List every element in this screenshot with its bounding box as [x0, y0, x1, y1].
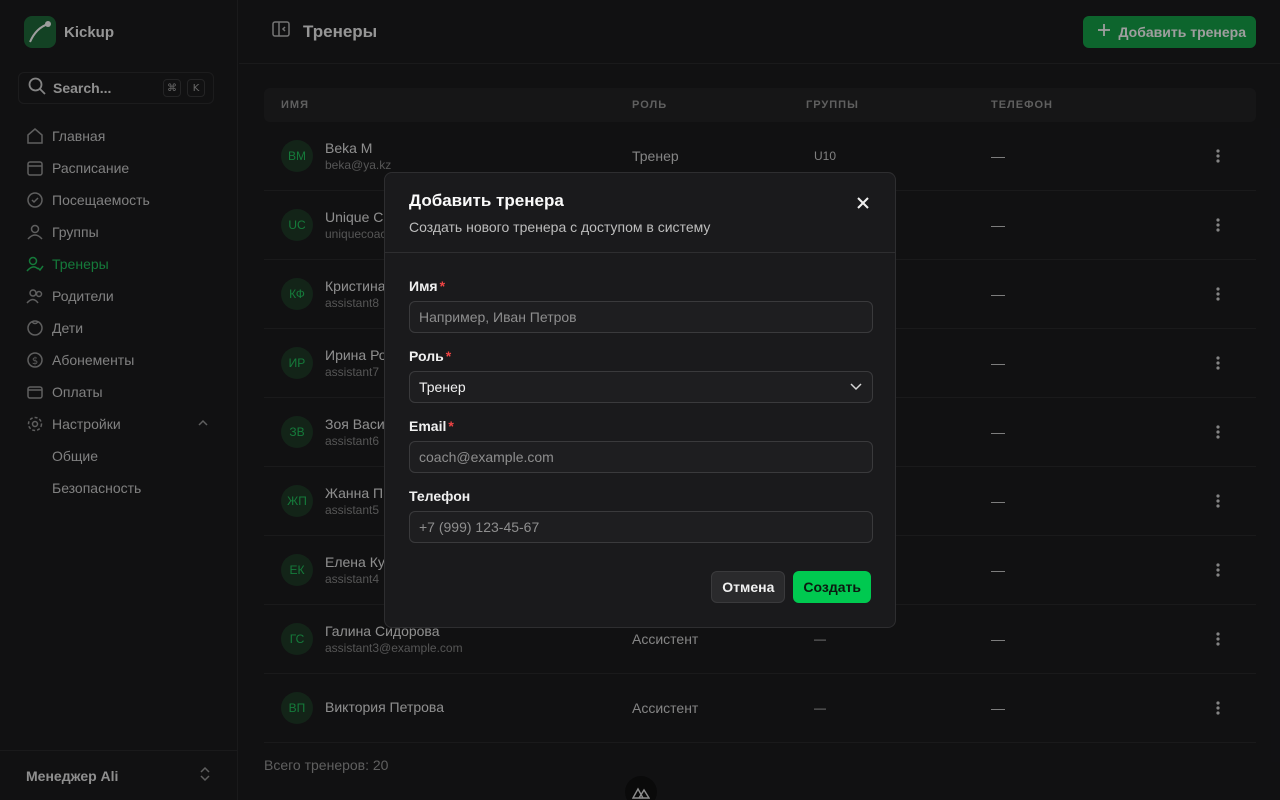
required-mark: *: [445, 348, 452, 364]
name-label-text: Имя: [409, 278, 438, 294]
role-label-text: Роль: [409, 348, 444, 364]
phone-input[interactable]: [409, 511, 873, 543]
email-label-text: Email: [409, 418, 447, 434]
field-phone: Телефон: [409, 488, 873, 543]
cancel-button[interactable]: Отмена: [711, 571, 786, 603]
dialog-header: Добавить тренера Создать нового тренера …: [385, 173, 895, 253]
name-label: Имя *: [409, 279, 871, 293]
field-email: Email *: [409, 419, 873, 473]
role-label: Роль *: [409, 349, 871, 363]
coach-form: Имя* Роль* Тренер Email* Телефон: [385, 253, 895, 543]
dialog-subtitle: Создать нового тренера с доступом в сист…: [409, 219, 711, 235]
required-mark: *: [439, 278, 446, 294]
field-name: Имя *: [409, 279, 873, 333]
email-input[interactable]: [409, 441, 873, 473]
dialog-title: Добавить тренера: [409, 191, 564, 210]
close-icon[interactable]: [855, 195, 871, 211]
field-role: Роль * Тренер: [409, 349, 873, 403]
email-label: Email *: [409, 419, 871, 433]
role-select[interactable]: Тренер: [409, 371, 873, 403]
chevron-down-icon: [849, 379, 863, 396]
add-coach-dialog: Добавить тренера Создать нового тренера …: [384, 172, 896, 628]
name-input[interactable]: [409, 301, 873, 333]
required-mark: *: [448, 418, 454, 434]
phone-label: Телефон: [409, 488, 471, 504]
dialog-actions: Отмена Создать: [711, 571, 871, 603]
create-button[interactable]: Создать: [793, 571, 871, 603]
role-select-value: Тренер: [419, 379, 466, 395]
